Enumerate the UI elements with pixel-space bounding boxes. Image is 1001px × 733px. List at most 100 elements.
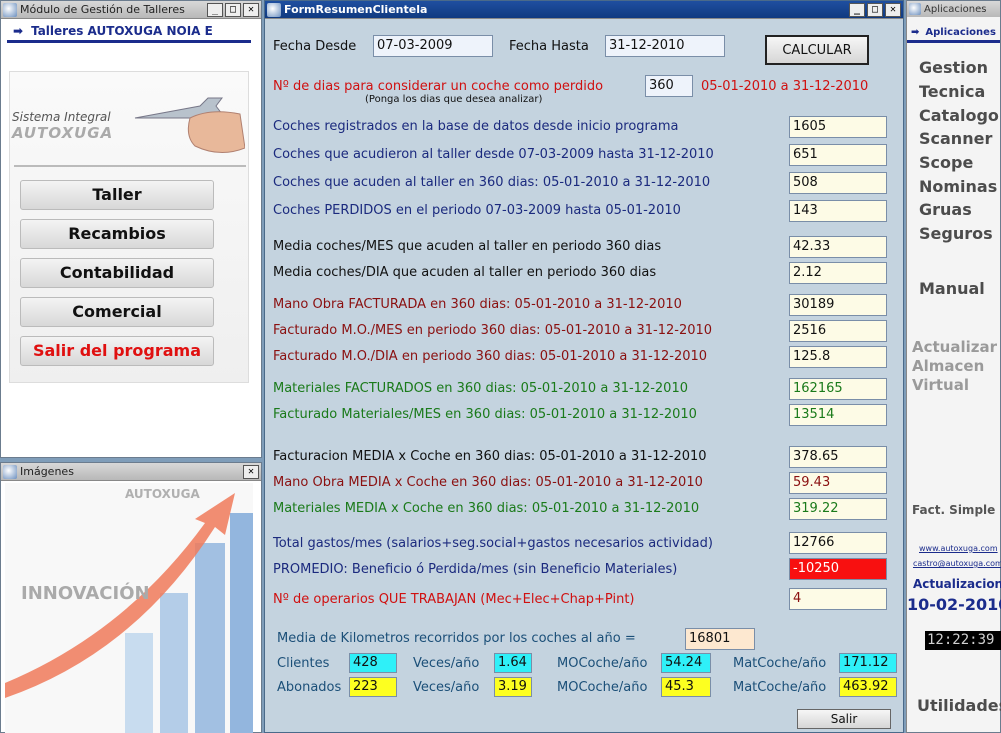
maximize-button[interactable]: □ — [225, 2, 241, 17]
row-label: Facturado M.O./MES en periodo 360 dias: … — [273, 323, 713, 338]
salir-programa-button[interactable]: Salir del programa — [20, 336, 214, 366]
window-title: FormResumenClientela — [284, 3, 428, 16]
gestion-link[interactable]: Gestion — [919, 58, 988, 77]
utilidades-link[interactable]: Utilidades — [917, 696, 1001, 715]
fecha-desde-label: Fecha Desde — [273, 39, 357, 54]
row-value[interactable]: 13514 — [789, 404, 887, 426]
clock-display: 12:22:39 — [925, 631, 1001, 650]
app-icon — [267, 2, 281, 17]
promo-image: AUTOXUGA INNOVACIÓN — [5, 483, 253, 733]
gruas-link[interactable]: Gruas — [919, 200, 972, 219]
gestion-talleres-window: Módulo de Gestión de Talleres _ □ ✕ ➡ Ta… — [0, 0, 262, 458]
row-value[interactable]: 12766 — [789, 532, 887, 554]
km-label: Media de Kilometros recorridos por los c… — [277, 631, 636, 646]
logo: Sistema Integral AUTOXUGA — [12, 110, 113, 142]
row-value[interactable]: 2.12 — [789, 262, 887, 284]
comercial-button[interactable]: Comercial — [20, 297, 214, 327]
aplicaciones-window: Aplicaciones ➡ Aplicaciones Gestion Tecn… — [906, 0, 1001, 733]
row-label: Materiales MEDIA x Coche en 360 dias: 05… — [273, 501, 700, 516]
mocoche-clientes-value[interactable]: 54.24 — [661, 653, 711, 673]
actualizar-label[interactable]: Actualizar — [912, 338, 997, 357]
resumen-clientela-window: FormResumenClientela _ □ ✕ Fecha Desde 0… — [264, 0, 904, 733]
taller-button[interactable]: Taller — [20, 180, 214, 210]
minimize-button[interactable]: _ — [207, 2, 223, 17]
row-value[interactable]: 59.43 — [789, 472, 887, 494]
titlebar: FormResumenClientela _ □ ✕ — [265, 1, 903, 19]
row-label: Mano Obra FACTURADA en 360 dias: 05-01-2… — [273, 297, 682, 312]
app-icon — [3, 464, 17, 479]
row-value[interactable]: 162165 — [789, 378, 887, 400]
window-title: Módulo de Gestión de Talleres — [20, 3, 185, 16]
row-value[interactable]: 30189 — [789, 294, 887, 316]
manual-link[interactable]: Manual — [919, 279, 985, 298]
scope-link[interactable]: Scope — [919, 153, 973, 172]
km-value[interactable]: 16801 — [685, 628, 755, 650]
row-value[interactable]: 143 — [789, 200, 887, 222]
tagline: INNOVACIÓN — [21, 583, 150, 604]
nominas-link[interactable]: Nominas — [919, 177, 997, 196]
row-label: Media coches/MES que acuden al taller en… — [273, 239, 662, 254]
row-label: Mano Obra MEDIA x Coche en 360 dias: 05-… — [273, 475, 703, 490]
fact-simple-link[interactable]: Fact. Simple — [912, 503, 995, 517]
salir-button[interactable]: Salir — [797, 709, 891, 729]
veces-abonados-value[interactable]: 3.19 — [494, 677, 532, 697]
row-label: Media coches/DIA que acuden al taller en… — [273, 265, 657, 280]
mocoche-abonados-value[interactable]: 45.3 — [661, 677, 711, 697]
logo-line2: AUTOXUGA — [12, 124, 114, 142]
row-value[interactable]: 42.33 — [789, 236, 887, 258]
menu-panel: Sistema Integral AUTOXUGA Taller Recambi… — [9, 71, 249, 383]
contabilidad-button[interactable]: Contabilidad — [20, 258, 214, 288]
dias-range: 05-01-2010 a 31-12-2010 — [701, 79, 869, 94]
fecha-hasta-input[interactable]: 31-12-2010 — [605, 35, 725, 57]
actualizaciones-date: 10-02-2010 — [907, 595, 1001, 614]
row-value[interactable]: 319.22 — [789, 498, 887, 520]
calcular-button[interactable]: CALCULAR — [765, 35, 869, 65]
row-value[interactable]: 4 — [789, 588, 887, 610]
almacen-label[interactable]: Almacen — [912, 357, 984, 376]
close-button[interactable]: ✕ — [885, 2, 901, 17]
app-icon — [3, 2, 17, 17]
titlebar: Imágenes ✕ — [1, 463, 261, 481]
window-title: Imágenes — [20, 465, 74, 478]
divider — [14, 165, 246, 167]
brand-text: AUTOXUGA — [125, 487, 200, 501]
catalogo-link[interactable]: Catalogo — [919, 106, 999, 125]
row-label: Facturado Materiales/MES en 360 dias: 05… — [273, 407, 697, 422]
veces-clientes-value[interactable]: 1.64 — [494, 653, 532, 673]
virtual-label[interactable]: Virtual — [912, 376, 969, 395]
matcoche-abonados-value[interactable]: 463.92 — [839, 677, 897, 697]
row-value[interactable]: 2516 — [789, 320, 887, 342]
veces-label: Veces/año — [413, 656, 480, 671]
growth-chart-graphic — [5, 493, 253, 733]
close-button[interactable]: ✕ — [243, 2, 259, 17]
scanner-link[interactable]: Scanner — [919, 129, 992, 148]
website-link[interactable]: www.autoxuga.com — [919, 544, 998, 553]
mocoche-label: MOCoche/año — [557, 656, 648, 671]
close-button[interactable]: ✕ — [243, 464, 259, 479]
matcoche-clientes-value[interactable]: 171.12 — [839, 653, 897, 673]
arrow-right-icon: ➡ — [911, 27, 920, 38]
header-text: Aplicaciones — [925, 27, 996, 38]
tecnica-link[interactable]: Tecnica — [919, 82, 985, 101]
seguros-link[interactable]: Seguros — [919, 224, 993, 243]
row-value[interactable]: 125.8 — [789, 346, 887, 368]
row-value[interactable]: -10250 — [789, 558, 887, 580]
email-link[interactable]: castro@autoxuga.com — [913, 559, 1001, 568]
abonados-value[interactable]: 223 — [349, 677, 397, 697]
maximize-button[interactable]: □ — [867, 2, 883, 17]
row-label: Materiales FACTURADOS en 360 dias: 05-01… — [273, 381, 688, 396]
row-value[interactable]: 508 — [789, 172, 887, 194]
titlebar: Módulo de Gestión de Talleres _ □ ✕ — [1, 1, 261, 19]
recambios-button[interactable]: Recambios — [20, 219, 214, 249]
header: ➡ Talleres AUTOXUGA NOIA E — [7, 21, 251, 43]
dias-input[interactable]: 360 — [645, 75, 693, 97]
clientes-value[interactable]: 428 — [349, 653, 397, 673]
app-icon — [909, 3, 921, 15]
clientes-label: Clientes — [277, 656, 330, 671]
row-value[interactable]: 651 — [789, 144, 887, 166]
row-value[interactable]: 378.65 — [789, 446, 887, 468]
minimize-button[interactable]: _ — [849, 2, 865, 17]
mocoche-label: MOCoche/año — [557, 680, 648, 695]
fecha-desde-input[interactable]: 07-03-2009 — [373, 35, 493, 57]
row-value[interactable]: 1605 — [789, 116, 887, 138]
